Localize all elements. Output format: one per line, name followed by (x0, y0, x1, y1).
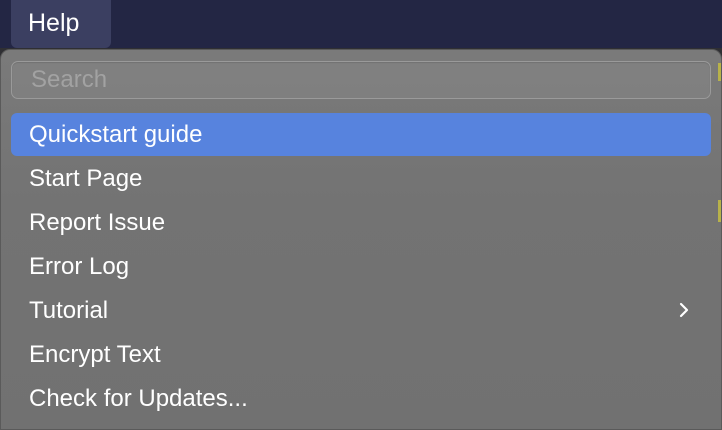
menu-item-report-issue[interactable]: Report Issue (11, 201, 711, 244)
menu-item-start-page[interactable]: Start Page (11, 157, 711, 200)
menu-item-encrypt-text[interactable]: Encrypt Text (11, 333, 711, 376)
menu-item-error-log[interactable]: Error Log (11, 245, 711, 288)
help-menu-dropdown: Search Quickstart guide Start Page Repor… (0, 49, 722, 430)
search-input[interactable]: Search (11, 61, 711, 99)
menu-item-quickstart-guide[interactable]: Quickstart guide (11, 113, 711, 156)
chevron-right-icon (679, 302, 689, 318)
menu-item-tutorial[interactable]: Tutorial (11, 289, 711, 332)
edge-accent (718, 200, 721, 222)
help-menu-title[interactable]: Help (11, 0, 111, 48)
menu-item-label: Tutorial (29, 297, 109, 324)
edge-accent (718, 63, 721, 81)
menu-item-check-for-updates[interactable]: Check for Updates... (11, 377, 711, 420)
menu-bar: Help (0, 0, 722, 48)
